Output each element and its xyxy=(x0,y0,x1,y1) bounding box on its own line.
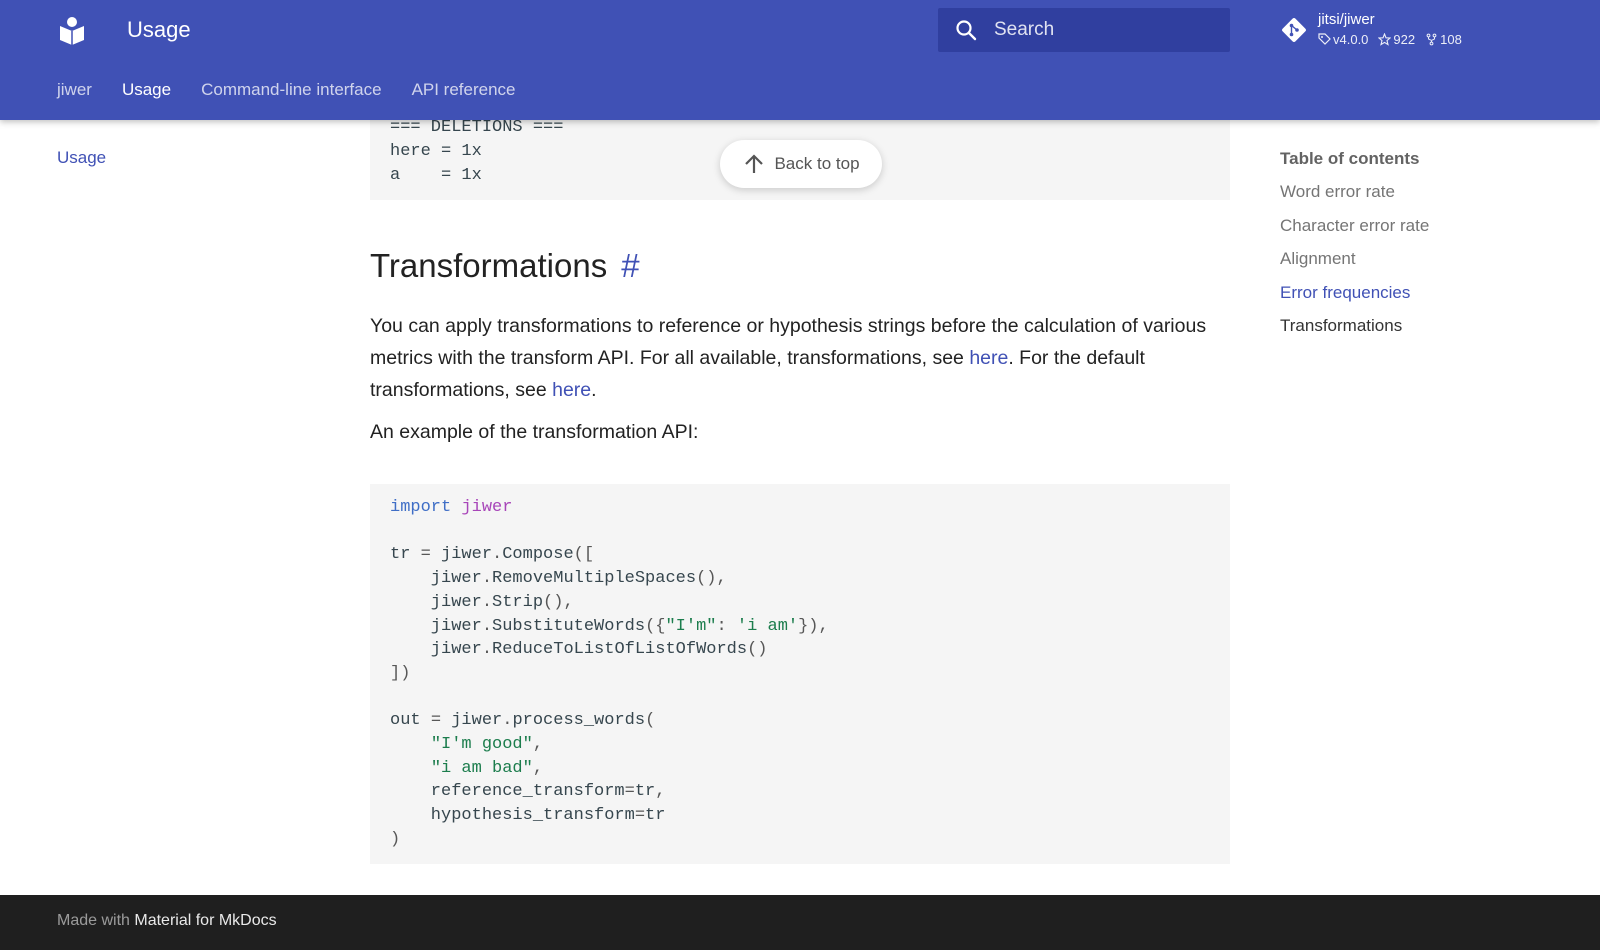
section-heading: Transformations # xyxy=(370,246,640,286)
paragraph: You can apply transformations to referen… xyxy=(370,315,1207,401)
tab-command-line-interface[interactable]: Command-line interface xyxy=(201,76,381,104)
tab-usage[interactable]: Usage xyxy=(122,76,171,104)
repo-name: jitsi/jiwer xyxy=(1318,11,1375,28)
arrow-up-icon xyxy=(745,154,764,173)
tab-api-reference[interactable]: API reference xyxy=(412,76,516,104)
heading-anchor-link[interactable]: # xyxy=(621,246,639,286)
toc-item-character-error-rate[interactable]: Character error rate xyxy=(1280,214,1540,238)
repo-link[interactable]: jitsi/jiwer v4.0.0 922 108 xyxy=(1280,10,1520,50)
repo-facts: v4.0.0 922 108 xyxy=(1318,31,1462,48)
git-icon xyxy=(1282,18,1306,42)
nav-tabs: jiwer Usage Command-line interface API r… xyxy=(57,76,516,104)
search-input[interactable]: Search xyxy=(938,8,1230,52)
header: Usage Search jitsi/jiwer v4.0.0 922 108 … xyxy=(0,0,1600,120)
code-line: here = 1x xyxy=(390,142,482,161)
code-line: === DELETIONS === xyxy=(390,118,564,137)
toc-item-error-frequencies[interactable]: Error frequencies xyxy=(1280,281,1540,305)
link-default-transformations[interactable]: here xyxy=(552,379,591,401)
repo-version: v4.0.0 xyxy=(1318,31,1368,48)
toc-title: Table of contents xyxy=(1280,149,1420,168)
repo-forks: 108 xyxy=(1425,31,1462,48)
fork-icon xyxy=(1426,33,1437,46)
footer-link-material[interactable]: Material for MkDocs xyxy=(134,912,276,929)
footer-credit: Made with Material for MkDocs xyxy=(57,912,277,929)
toc-item-transformations[interactable]: Transformations xyxy=(1280,314,1540,338)
toc-item-word-error-rate[interactable]: Word error rate xyxy=(1280,180,1540,204)
code-line: a = 1x xyxy=(390,166,482,185)
star-icon xyxy=(1378,33,1392,46)
table-of-contents: Table of contents Word error rate Charac… xyxy=(1280,147,1540,348)
code-block-example: import jiwer tr = jiwer.Compose([ jiwer.… xyxy=(370,484,1230,864)
tag-icon xyxy=(1318,33,1331,45)
link-all-transformations[interactable]: here xyxy=(969,347,1008,369)
back-to-top-label: Back to top xyxy=(774,154,860,173)
page-title: Usage xyxy=(127,17,191,42)
search-icon xyxy=(956,20,977,41)
search-placeholder: Search xyxy=(994,19,1055,40)
left-nav: Usage xyxy=(57,148,106,168)
tab-jiwer[interactable]: jiwer xyxy=(57,76,92,104)
section-heading-text: Transformations xyxy=(370,247,608,284)
logo-icon[interactable] xyxy=(56,14,88,46)
back-to-top-button[interactable]: Back to top xyxy=(720,140,882,188)
left-nav-item-usage[interactable]: Usage xyxy=(57,148,106,168)
toc-item-alignment[interactable]: Alignment xyxy=(1280,247,1540,271)
example-intro: An example of the transformation API: xyxy=(370,421,699,443)
footer: Made with Material for MkDocs xyxy=(0,895,1600,950)
repo-stars: 922 xyxy=(1378,31,1415,48)
